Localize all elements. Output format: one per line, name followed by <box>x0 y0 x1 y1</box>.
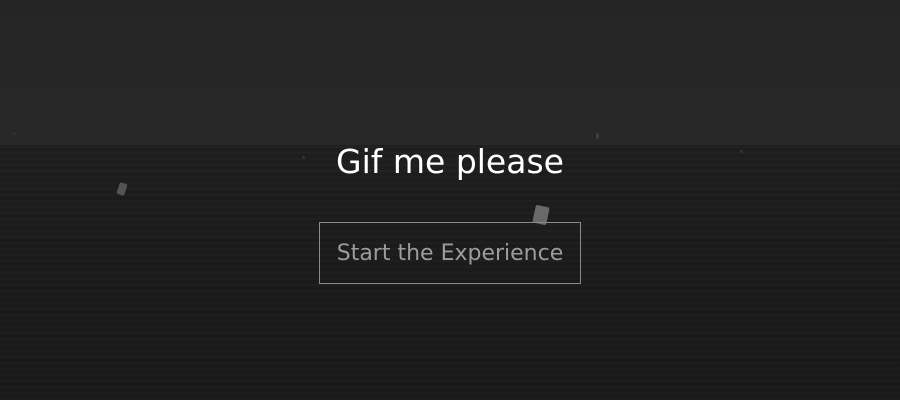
start-experience-button[interactable]: Start the Experience <box>319 222 581 284</box>
background-speck <box>596 133 599 139</box>
hero-section: Gif me please Start the Experience <box>0 0 900 400</box>
background-sky <box>0 0 900 146</box>
background-speck <box>12 132 16 135</box>
page-title: Gif me please <box>336 142 564 181</box>
